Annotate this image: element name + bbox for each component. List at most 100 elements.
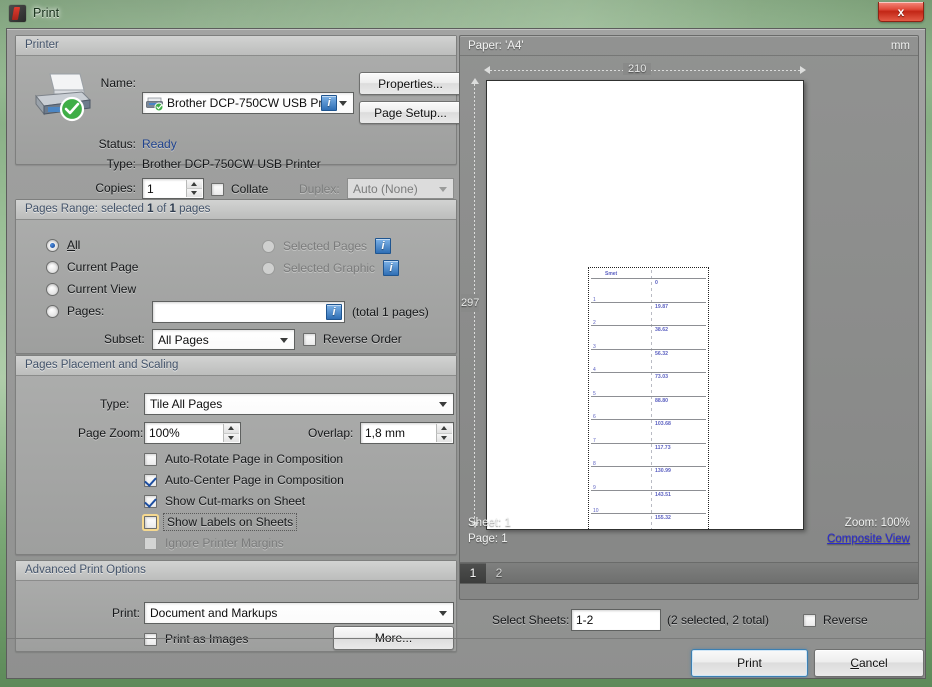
- preview-panel: Paper: 'A4' mm 210 297 Smet 0 1 19.87 2 …: [459, 35, 919, 600]
- pages-label: Pages:: [67, 304, 105, 318]
- printer-icon: [32, 70, 92, 122]
- advanced-print-combo[interactable]: Document and Markups: [144, 602, 454, 624]
- pages-info-icon[interactable]: i: [326, 304, 342, 320]
- page-setup-button[interactable]: Page Setup...: [359, 101, 462, 124]
- reverse-sheets-label: Reverse: [823, 613, 868, 627]
- pages-input[interactable]: i: [152, 301, 345, 323]
- select-sheets-input[interactable]: 1-2: [571, 609, 661, 631]
- reverse-sheets-row[interactable]: Reverse: [803, 613, 868, 627]
- table-row-index: 10: [593, 508, 599, 514]
- page-zoom-spin-buttons[interactable]: [223, 424, 239, 442]
- table-row-index: 3: [593, 343, 596, 350]
- divider: [7, 638, 925, 639]
- printer-type-label: Type:: [106, 157, 136, 171]
- printer-status-label: Status:: [98, 137, 136, 151]
- table-row-index: 2: [593, 320, 596, 326]
- paper-preview[interactable]: Smet 0 1 19.87 2 38.62 3 56.32 4 73.03 5 88.80 6 10…: [486, 80, 804, 530]
- current-page-radio[interactable]: [46, 260, 59, 274]
- close-button[interactable]: x: [878, 2, 924, 22]
- document-table: Smet 0 1 19.87 2 38.62 3 56.32 4 73.03 5 88.80 6 10…: [591, 270, 706, 529]
- current-view-radio[interactable]: [46, 282, 59, 296]
- selected-graphic-info-icon[interactable]: i: [383, 260, 400, 276]
- printer-name-value: Brother DCP-750CW USB Prin: [167, 96, 321, 110]
- table-row-index: 1: [593, 296, 596, 303]
- table-row: [591, 466, 706, 467]
- ignore-margins-row: Ignore Printer Margins: [144, 536, 284, 550]
- auto-rotate-row[interactable]: Auto-Rotate Page in Composition: [144, 452, 343, 466]
- reverse-sheets-checkbox[interactable]: [803, 613, 816, 627]
- collate-checkbox[interactable]: [211, 182, 224, 196]
- table-row: [591, 301, 706, 303]
- radio-all[interactable]: AAllll: [46, 238, 80, 252]
- print-button[interactable]: Print: [691, 649, 808, 677]
- auto-rotate-label: Auto-Rotate Page in Composition: [165, 452, 344, 466]
- auto-center-row[interactable]: Auto-Center Page in Composition: [144, 473, 344, 487]
- selected-graphic-radio: [262, 261, 275, 275]
- selected-pages-label: Selected Pages: [283, 239, 368, 253]
- table-row-index: 9: [593, 484, 596, 491]
- collate-row[interactable]: Collate: [211, 182, 268, 196]
- overlap-stepper[interactable]: 1,8 mm: [360, 422, 454, 444]
- duplex-combo: Auto (None): [347, 178, 454, 199]
- cut-marks-row[interactable]: Show Cut-marks on Sheet: [144, 494, 305, 508]
- table-cell-value: 103.68: [655, 421, 671, 427]
- sheets-count-text: (2 selected, 2 total): [667, 613, 770, 627]
- units-label: mm: [890, 39, 910, 52]
- printer-name-info-icon[interactable]: i: [321, 95, 337, 111]
- select-sheets-value: 1-2: [576, 613, 594, 627]
- cancel-button[interactable]: Cancel: [814, 649, 924, 677]
- placement-type-combo[interactable]: Tile All Pages: [144, 393, 454, 415]
- copies-spin-buttons[interactable]: [186, 180, 202, 197]
- subset-value: All Pages: [158, 332, 209, 347]
- table-row-index: 4: [593, 367, 596, 373]
- radio-pages[interactable]: Pages:: [46, 304, 104, 318]
- table-row: [591, 513, 706, 514]
- zoom-indicator: Zoom: 100%: [844, 517, 910, 529]
- table-row: [591, 348, 706, 350]
- collate-label: Collate: [231, 182, 269, 196]
- printer-name-combo[interactable]: Brother DCP-750CW USB Prin i: [142, 92, 354, 114]
- table-cell-value: 19.87: [655, 303, 668, 310]
- subset-combo[interactable]: All Pages: [152, 329, 295, 350]
- page-zoom-value: 100%: [149, 426, 180, 440]
- table-header-label: Smet: [605, 271, 618, 277]
- show-labels-label: Show Labels on Sheets: [162, 513, 298, 531]
- printer-type-value: Brother DCP-750CW USB Printer: [142, 157, 321, 171]
- composite-view-link[interactable]: Composite View: [827, 533, 910, 545]
- page-zoom-label: Page Zoom:: [78, 426, 144, 440]
- printer-status-value: Ready: [142, 137, 177, 151]
- reverse-order-row[interactable]: Reverse Order: [303, 332, 402, 346]
- pages-radio[interactable]: [46, 304, 59, 318]
- table-cell-value: 56.32: [655, 350, 668, 357]
- sheet-tabs: 1 2: [460, 562, 918, 584]
- table-cell-value: 88.80: [655, 397, 668, 404]
- table-row: [591, 395, 706, 397]
- selected-pages-info-icon[interactable]: i: [375, 238, 392, 254]
- properties-button[interactable]: Properties...: [359, 72, 462, 95]
- current-view-label: Current View: [67, 282, 137, 296]
- auto-rotate-checkbox[interactable]: [144, 452, 157, 466]
- placement-group-header: Pages Placement and Scaling: [16, 356, 456, 376]
- all-radio[interactable]: [46, 238, 59, 252]
- chevron-down-icon: [439, 402, 447, 407]
- overlap-label: Overlap:: [308, 426, 354, 440]
- radio-current-view[interactable]: Current View: [46, 282, 136, 296]
- cut-marks-checkbox[interactable]: [144, 494, 157, 508]
- show-labels-row[interactable]: Show Labels on Sheets: [144, 513, 298, 531]
- show-labels-checkbox[interactable]: [144, 515, 157, 529]
- reverse-order-checkbox[interactable]: [303, 332, 316, 346]
- radio-selected-pages: Selected Pages i: [262, 238, 392, 254]
- auto-center-checkbox[interactable]: [144, 473, 157, 487]
- radio-selected-graphic: Selected Graphic i: [262, 260, 400, 276]
- radio-current-page[interactable]: Current Page: [46, 260, 138, 274]
- advanced-group-header: Advanced Print Options: [16, 561, 456, 581]
- sheet-tab-1[interactable]: 1: [460, 563, 486, 583]
- sheet-tab-2[interactable]: 2: [486, 563, 512, 583]
- duplex-label: Duplex:: [299, 182, 340, 196]
- page-indicator: Page: 1: [468, 533, 508, 545]
- placement-group: Pages Placement and Scaling Type: Tile A…: [15, 355, 457, 555]
- page-zoom-stepper[interactable]: 100%: [144, 422, 241, 444]
- overlap-spin-buttons[interactable]: [436, 424, 452, 442]
- copies-stepper[interactable]: 1: [142, 178, 204, 199]
- copies-value: 1: [147, 181, 154, 196]
